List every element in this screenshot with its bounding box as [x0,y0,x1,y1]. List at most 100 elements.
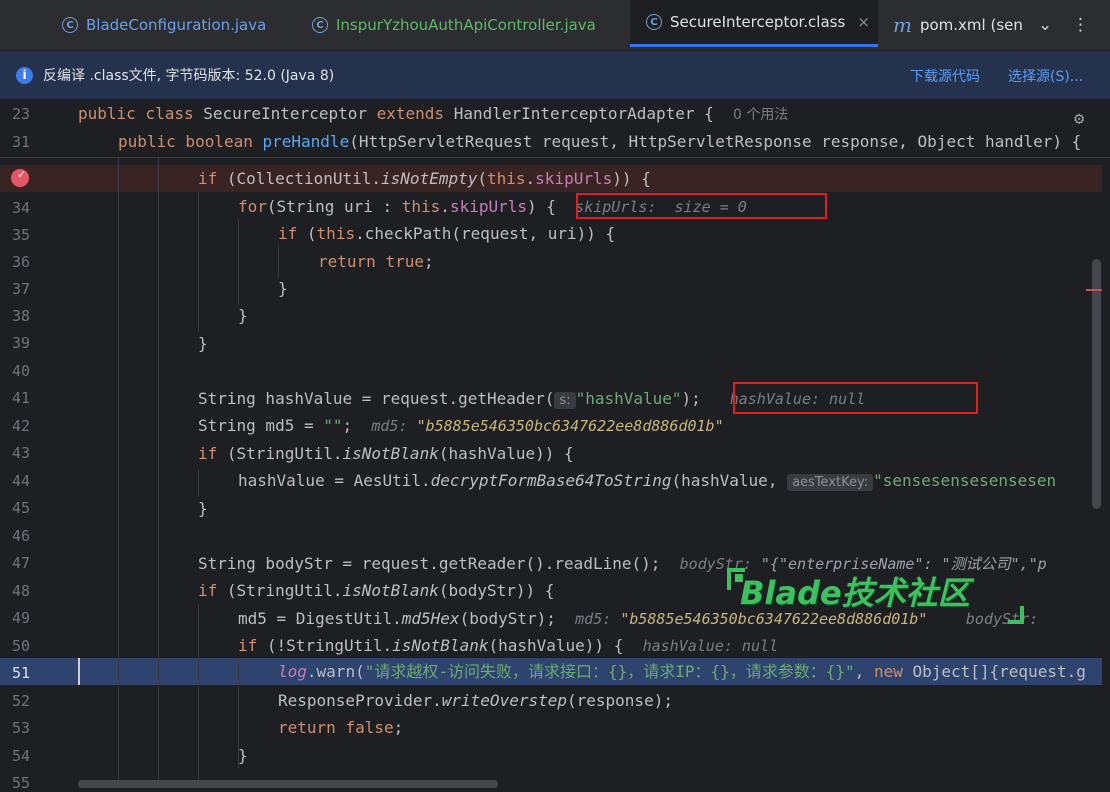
editor-tab-bar: C BladeConfiguration.java C InspurYzhouA… [0,0,1110,51]
code-token: this [487,169,526,188]
code-token: , [854,662,874,681]
code-line-39: } [198,334,208,353]
line-number: 34 [11,199,30,217]
indent-guide [198,469,199,497]
code-token: false [345,718,394,737]
code-token: extends [376,104,454,123]
choose-sources-link[interactable]: 选择源(S)... [1008,66,1083,86]
parameter-hint: s: [554,392,576,409]
vertical-scrollbar[interactable] [1092,259,1101,509]
line-number: 36 [11,253,30,271]
gear-icon[interactable]: ⚙ [1074,109,1084,129]
class-icon: C [62,17,78,33]
code-token: ; [393,718,404,737]
debug-inline-value[interactable]: "b5885e546350bc6347622ee8d886d01b" [417,417,724,435]
code-token: new [873,662,913,681]
code-token: String hashValue = request.getHeader( [198,389,555,408]
tab-secure-interceptor[interactable]: C SecureInterceptor.class × [630,0,878,47]
parameter-hint: aesTextKey: [787,474,874,491]
tab-label: SecureInterceptor.class [670,13,846,31]
sticky-scroll-header: 23 public class SecureInterceptor extend… [0,99,1110,158]
line-number: 46 [11,527,30,545]
code-token: isNotEmpty [381,169,478,188]
class-icon: C [646,14,662,30]
code-token: (CollectionUtil. [226,169,382,188]
line-number: 41 [11,389,30,407]
code-token: skipUrls [535,169,613,188]
code-token: )) { [612,169,651,188]
code-line-33: if (CollectionUtil.isNotEmpty(this.skipU… [198,165,651,192]
code-token: (!StringUtil. [266,636,393,655]
debug-inline-label[interactable]: bodyStr: [966,610,1038,628]
chevron-down-icon[interactable]: ⌄ [1038,0,1052,50]
code-token: "请求越权-访问失败，请求接口：{}，请求IP：{}，请求参数：{}" [364,662,855,681]
line-number: 47 [11,554,30,572]
tab-blade-configuration[interactable]: C BladeConfiguration.java [62,0,302,50]
line-number: 50 [11,637,30,655]
code-token: return [278,718,346,737]
code-token: hashValue = AesUtil. [238,471,431,490]
download-sources-link[interactable]: 下载源代码 [910,66,980,86]
code-token: Object[]{request.g [912,662,1086,681]
code-token: if [238,636,267,655]
code-token: public class [78,104,204,123]
code-token: ; [423,252,434,271]
line-number: 52 [11,692,30,710]
code-token: (bodyStr)) { [438,581,555,600]
code-token: if [198,444,227,463]
line-number: 39 [11,334,30,352]
code-line-44: hashValue = AesUtil.decryptFormBase64ToS… [238,467,1056,494]
banner-text: 反编译 .class文件, 字节码版本: 52.0 (Java 8) [43,68,335,84]
watermark-bracket [1008,606,1024,624]
code-token: String md5 = [198,416,324,435]
line-number: 51 [11,664,30,682]
tab-label: pom.xml (sens [919,16,1023,34]
code-token: (HttpServletRequest request, HttpServlet… [349,132,1082,151]
debug-inline-value[interactable]: hashValue: null [643,637,778,655]
sticky-class-declaration: public class SecureInterceptor extends H… [78,100,788,127]
code-token: return [318,252,386,271]
code-token: (hashValue)) { [488,636,624,655]
indent-guide [118,157,119,787]
error-marker[interactable] [1086,289,1102,291]
usages-hint[interactable]: 0 个用法 [733,107,788,123]
code-token: this [401,197,441,216]
code-token: ) { [527,197,556,216]
close-icon[interactable]: × [857,13,870,31]
code-token: true [385,252,424,271]
code-token: ( [477,169,487,188]
indent-guide [238,219,239,305]
code-line-52: ResponseProvider.writeOverstep(response)… [278,687,673,714]
line-number: 40 [11,362,30,380]
code-token: if [278,224,307,243]
debug-inline-label[interactable]: md5: [371,417,416,435]
sticky-method-declaration: public boolean preHandle(HttpServletRequ… [118,128,1081,155]
indent-guide [278,246,279,278]
code-token: for [238,197,267,216]
code-line-45: } [198,499,208,518]
code-editor[interactable]: 23 public class SecureInterceptor extend… [0,99,1110,792]
horizontal-scrollbar[interactable] [78,780,498,788]
code-token: (hashValue, [671,471,788,490]
code-token: ( [306,224,317,243]
code-token: isNotBlank [342,444,439,463]
maven-icon: m [893,13,912,37]
tab-inspur-controller[interactable]: C InspurYzhouAuthApiController.java [312,0,622,50]
annotation-box [576,193,827,219]
code-token: "" [323,416,343,435]
debug-inline-label[interactable]: md5: [575,610,620,628]
code-line-38: } [238,306,248,325]
more-options-icon[interactable]: ⋮ [1072,0,1089,50]
code-token: if [198,169,227,188]
tab-pom-xml[interactable]: m pom.xml (sens [893,0,1023,50]
decompiled-notice-banner: i 反编译 .class文件, 字节码版本: 52.0 (Java 8) 下载源… [0,51,1110,99]
code-token: . [525,169,536,188]
code-token: log [278,662,307,681]
line-number: 35 [11,226,30,244]
info-icon: i [16,66,33,84]
code-token: "sensesensesensesen [873,471,1057,490]
code-line-43: if (StringUtil.isNotBlank(hashValue)) { [198,440,574,467]
code-token: (bodyStr); [459,609,556,628]
line-number: 44 [11,472,30,490]
code-token: (StringUtil. [226,581,343,600]
